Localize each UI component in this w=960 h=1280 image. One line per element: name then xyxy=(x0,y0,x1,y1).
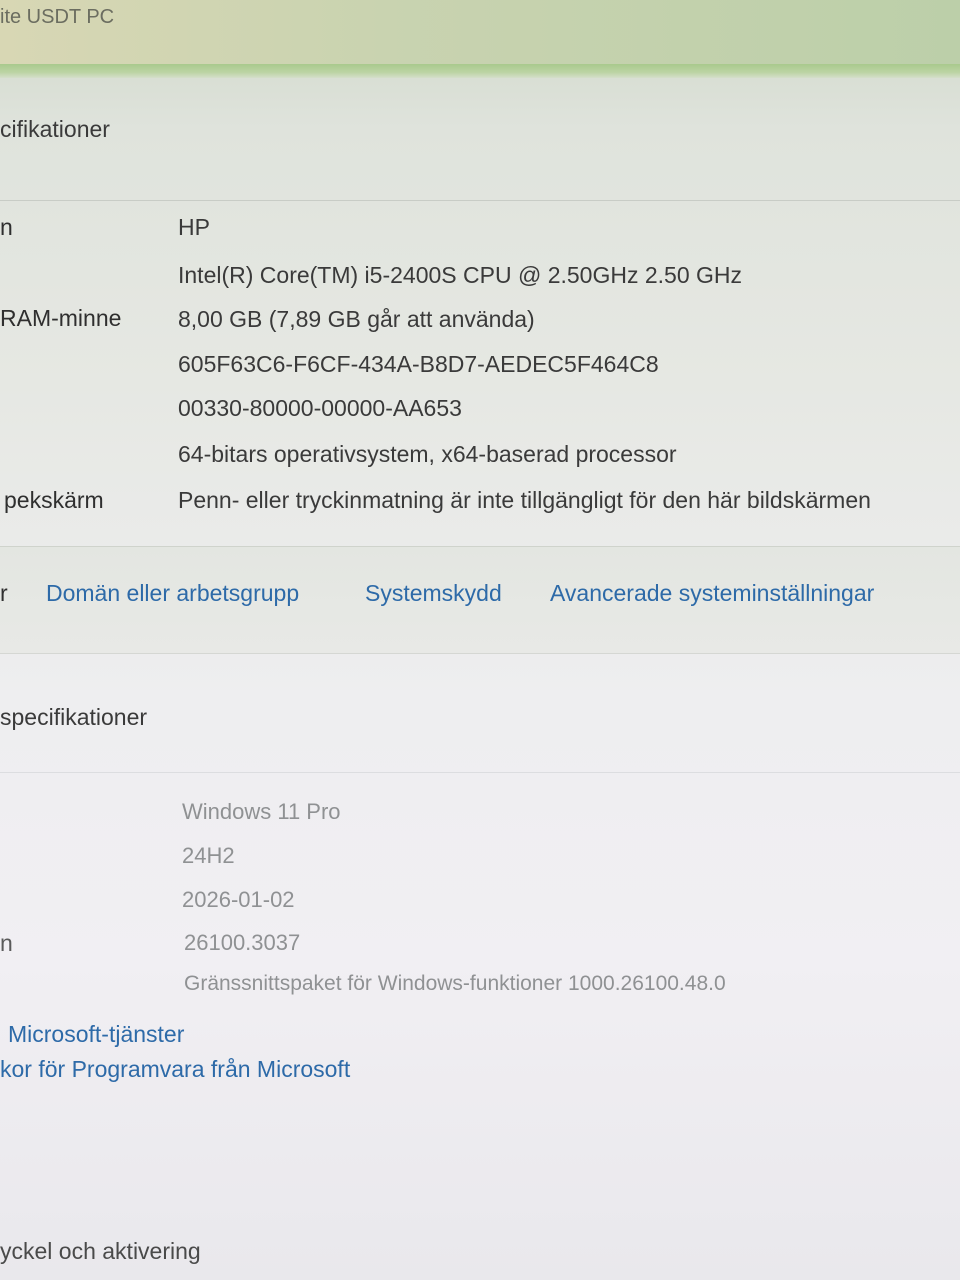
spec-value-product-id: 00330-80000-00000-AA653 xyxy=(178,395,462,421)
spec-value-experience: Gränssnittspaket för Windows-funktioner … xyxy=(184,972,726,995)
spec-value-os-build: 26100.3037 xyxy=(184,930,301,955)
section-divider xyxy=(0,772,960,773)
title-bar-border xyxy=(0,64,960,78)
spec-value-installed-on: 2026-01-02 xyxy=(182,887,295,912)
window-title-bar xyxy=(0,0,960,64)
spec-value-processor: Intel(R) Core(TM) i5-2400S CPU @ 2.50GHz… xyxy=(178,262,743,288)
spec-label-os-build: n xyxy=(0,930,13,956)
spec-label-ram: RAM-minne xyxy=(0,305,122,331)
section-divider xyxy=(0,200,960,201)
link-domain-workgroup[interactable]: Domän eller arbetsgrupp xyxy=(46,580,299,607)
related-links-prefix: r xyxy=(0,580,8,606)
windows-specs-heading: specifikationer xyxy=(0,704,148,730)
link-system-protection[interactable]: Systemskydd xyxy=(365,580,502,607)
spec-value-system-type: 64-bitars operativsystem, x64-baserad pr… xyxy=(178,441,677,467)
spec-label-pen-touch: pekskärm xyxy=(4,487,104,513)
spec-value-device-id: 605F63C6-F6CF-434A-B8D7-AEDEC5F464C8 xyxy=(178,351,659,377)
device-specs-heading: cifikationer xyxy=(0,116,110,142)
spec-value-device-name: HP xyxy=(178,214,210,240)
window-title: ite USDT PC xyxy=(0,6,115,28)
spec-label-device-name: n xyxy=(0,214,13,240)
link-microsoft-services[interactable]: Microsoft-tjänster xyxy=(8,1021,184,1048)
spec-value-edition: Windows 11 Pro xyxy=(182,799,341,824)
spec-value-version: 24H2 xyxy=(182,843,235,868)
link-software-license-terms[interactable]: kor för Programvara från Microsoft xyxy=(0,1056,350,1083)
product-key-activation[interactable]: yckel och aktivering xyxy=(0,1238,201,1265)
spec-value-pen-touch: Penn- eller tryckinmatning är inte tillg… xyxy=(178,487,871,513)
spec-value-ram: 8,00 GB (7,89 GB går att använda) xyxy=(178,306,535,332)
link-advanced-system-settings[interactable]: Avancerade systeminställningar xyxy=(550,580,874,607)
